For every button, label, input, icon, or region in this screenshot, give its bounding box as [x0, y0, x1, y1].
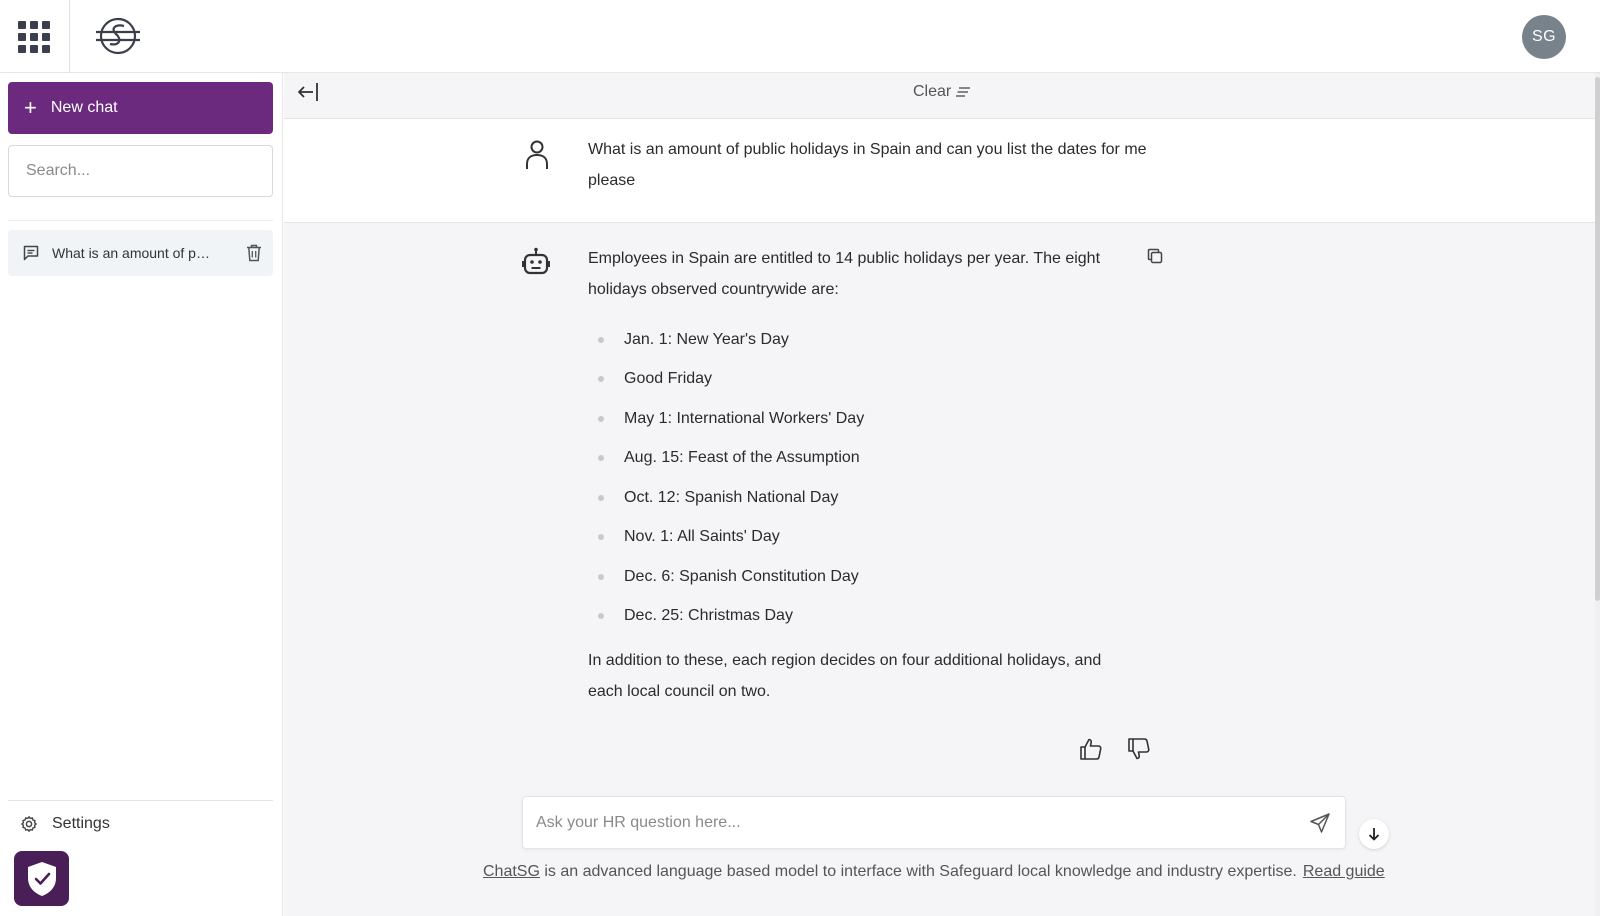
arrow-down-icon: [1368, 828, 1380, 841]
thumbs-down-icon[interactable]: [1126, 736, 1152, 762]
bot-outro-text: In addition to these, each region decide…: [588, 652, 1102, 700]
settings-button[interactable]: Settings: [20, 815, 110, 833]
main-panel: Clear What is an amount of public holida…: [284, 73, 1600, 916]
clear-label: Clear: [913, 83, 952, 100]
chat-history-item[interactable]: What is an amount of public holidays in …: [8, 230, 273, 276]
top-bar: SG: [0, 0, 1600, 73]
trash-icon[interactable]: [245, 243, 263, 263]
holiday-item: May 1: International Workers' Day: [588, 399, 864, 439]
sidebar-divider: [8, 220, 273, 221]
search-input[interactable]: [8, 145, 273, 197]
chatsg-link[interactable]: ChatSG: [483, 863, 540, 880]
clear-button[interactable]: Clear: [913, 83, 971, 101]
top-divider: [69, 0, 70, 73]
robot-icon: [522, 247, 550, 275]
bot-intro-text: Employees in Spain are entitled to 14 pu…: [588, 250, 1101, 298]
scroll-to-bottom-button[interactable]: [1359, 819, 1389, 849]
thumbs-up-icon[interactable]: [1078, 736, 1104, 762]
question-input[interactable]: [523, 797, 1293, 848]
sidebar-bottom-divider: [8, 800, 273, 801]
holiday-item: Jan. 1: New Year's Day: [588, 320, 864, 360]
apps-grid-icon[interactable]: [18, 21, 50, 53]
gear-icon: [21, 816, 37, 832]
bot-message-row: Employees in Spain are entitled to 14 pu…: [284, 224, 1595, 844]
chat-history-label: What is an amount of public holidays in …: [52, 245, 210, 261]
user-avatar[interactable]: SG: [1522, 15, 1566, 59]
holiday-list: Jan. 1: New Year's Day Good Friday May 1…: [588, 320, 864, 636]
user-person-icon: [526, 140, 548, 169]
read-guide-link[interactable]: Read guide: [1303, 863, 1385, 880]
collapse-sidebar-icon[interactable]: [296, 79, 322, 105]
chat-toolbar: Clear: [284, 73, 1595, 119]
holiday-item: Oct. 12: Spanish National Day: [588, 478, 864, 518]
holiday-item: Dec. 25: Christmas Day: [588, 597, 864, 637]
sidebar: + New chat What is an amount of public h…: [0, 73, 283, 916]
scrollbar[interactable]: [1595, 73, 1600, 916]
settings-label: Settings: [52, 815, 110, 832]
new-chat-button[interactable]: + New chat: [8, 82, 273, 134]
copy-icon[interactable]: [1146, 247, 1164, 265]
holiday-item: Nov. 1: All Saints' Day: [588, 518, 864, 558]
plus-icon: +: [24, 95, 37, 120]
chat-bubble-icon: [23, 245, 39, 261]
message-composer: [522, 796, 1346, 849]
send-icon[interactable]: [1309, 812, 1331, 834]
new-chat-label: New chat: [50, 99, 118, 116]
holiday-item: Aug. 15: Feast of the Assumption: [588, 439, 864, 479]
clear-lines-icon: [956, 87, 971, 97]
user-message-text: What is an amount of public holidays in …: [588, 141, 1147, 189]
disclaimer-text: is an advanced language based model to i…: [539, 863, 1297, 880]
security-badge[interactable]: [14, 851, 69, 906]
holiday-item: Dec. 6: Spanish Constitution Day: [588, 557, 864, 597]
user-message-row: What is an amount of public holidays in …: [284, 119, 1595, 223]
holiday-item: Good Friday: [588, 360, 864, 400]
sg-logo-icon[interactable]: [94, 14, 142, 58]
scrollbar-thumb[interactable]: [1595, 77, 1600, 601]
shield-check-icon: [27, 861, 56, 896]
disclaimer-footer: ChatSG is an advanced language based mod…: [483, 863, 1385, 881]
